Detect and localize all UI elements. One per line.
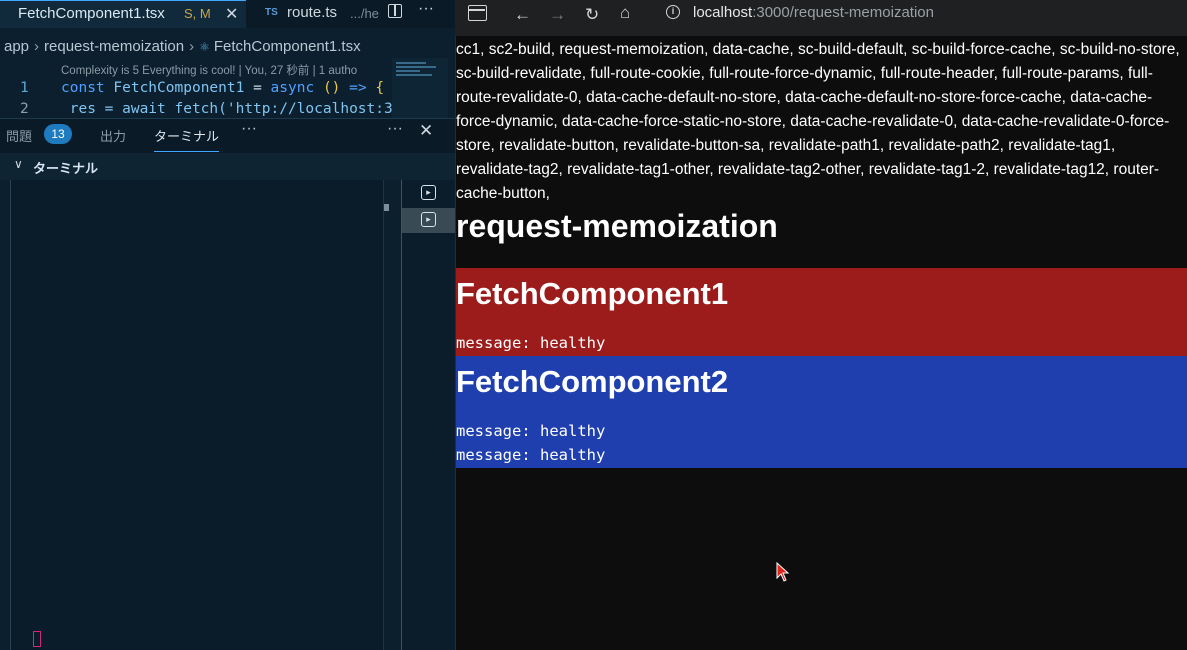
split-editor-icon[interactable]	[388, 4, 402, 18]
message-line: message: healthy	[456, 422, 606, 440]
tab-label: route.ts	[287, 4, 338, 21]
breadcrumb-item[interactable]: FetchComponent1.tsx	[214, 38, 361, 55]
component-title: FetchComponent2	[456, 364, 729, 399]
terminal-cursor	[33, 631, 41, 647]
mouse-pointer-icon	[776, 562, 790, 582]
fetch-component-1: FetchComponent1 message: healthy	[456, 268, 1187, 356]
terminal-section-header[interactable]: ∨ ターミナル	[0, 153, 455, 180]
tab-output[interactable]: 出力	[100, 126, 126, 145]
site-info-icon[interactable]: i	[666, 5, 680, 19]
terminal-area[interactable]	[10, 180, 385, 650]
more-icon[interactable]: ···	[241, 120, 257, 138]
component-title: FetchComponent1	[456, 276, 729, 311]
sidebar-toggle-icon[interactable]	[468, 5, 487, 21]
line-number: 1	[20, 80, 29, 96]
typescript-icon: TS	[265, 7, 278, 18]
tab-status: S, M	[184, 6, 211, 21]
chevron-right-icon: ›	[34, 38, 40, 55]
tab-problems[interactable]: 問題	[6, 126, 32, 145]
tab-label: FetchComponent1.tsx	[18, 5, 165, 22]
route-list: cc1, sc2-build, request-memoization, dat…	[456, 41, 1180, 202]
chevron-down-icon: ∨	[14, 157, 23, 171]
more-actions-icon[interactable]: ···	[418, 0, 434, 18]
terminal-scrollbar[interactable]	[383, 180, 402, 650]
home-icon[interactable]: ⌂	[620, 3, 630, 23]
codelens[interactable]: Complexity is 5 Everything is cool! | Yo…	[61, 62, 357, 78]
terminal-section-title: ターミナル	[33, 161, 99, 176]
chevron-right-icon: ›	[189, 38, 195, 55]
terminal-instance-icon[interactable]: ▸	[421, 212, 436, 227]
breadcrumb-item[interactable]: request-memoization	[44, 38, 184, 55]
code-editor-pane: FetchComponent1.tsx S, M ✕ TS route.ts .…	[0, 0, 455, 650]
message-line: message: healthy	[456, 334, 606, 352]
message-line: message: healthy	[456, 446, 606, 464]
close-panel-icon[interactable]: ✕	[419, 121, 433, 141]
address-bar[interactable]: localhost:3000/request-memoization	[693, 4, 934, 21]
page-title: request-memoization	[456, 208, 778, 244]
code-line[interactable]: res = await fetch('http://localhost:3	[61, 101, 393, 117]
more-icon[interactable]: ···	[387, 120, 403, 138]
terminal-list	[401, 180, 455, 650]
tab-terminal[interactable]: ターミナル	[154, 126, 220, 152]
scrollbar-thumb[interactable]	[384, 204, 389, 211]
terminal-instance-icon[interactable]: ▸	[421, 185, 436, 200]
minimap[interactable]	[392, 58, 448, 118]
tab-fetchcomponent1[interactable]: FetchComponent1.tsx S, M ✕	[0, 0, 246, 28]
breadcrumb-item[interactable]: app	[4, 38, 29, 55]
tab-path: .../he	[350, 6, 379, 21]
breadcrumb: app › request-memoization › ⚛ FetchComponent1…	[4, 38, 361, 55]
forward-icon[interactable]: →	[549, 5, 566, 25]
problems-count-badge: 13	[44, 124, 72, 144]
fetch-component-2: FetchComponent2 message: healthy message…	[456, 356, 1187, 468]
react-icon: ⚛	[199, 40, 210, 54]
reload-icon[interactable]: ↻	[585, 5, 599, 25]
back-icon[interactable]: ←	[514, 5, 531, 25]
close-icon[interactable]: ✕	[225, 4, 238, 24]
line-number: 2	[20, 101, 29, 117]
code-line[interactable]: const FetchComponent1 = async () => {	[61, 80, 384, 96]
